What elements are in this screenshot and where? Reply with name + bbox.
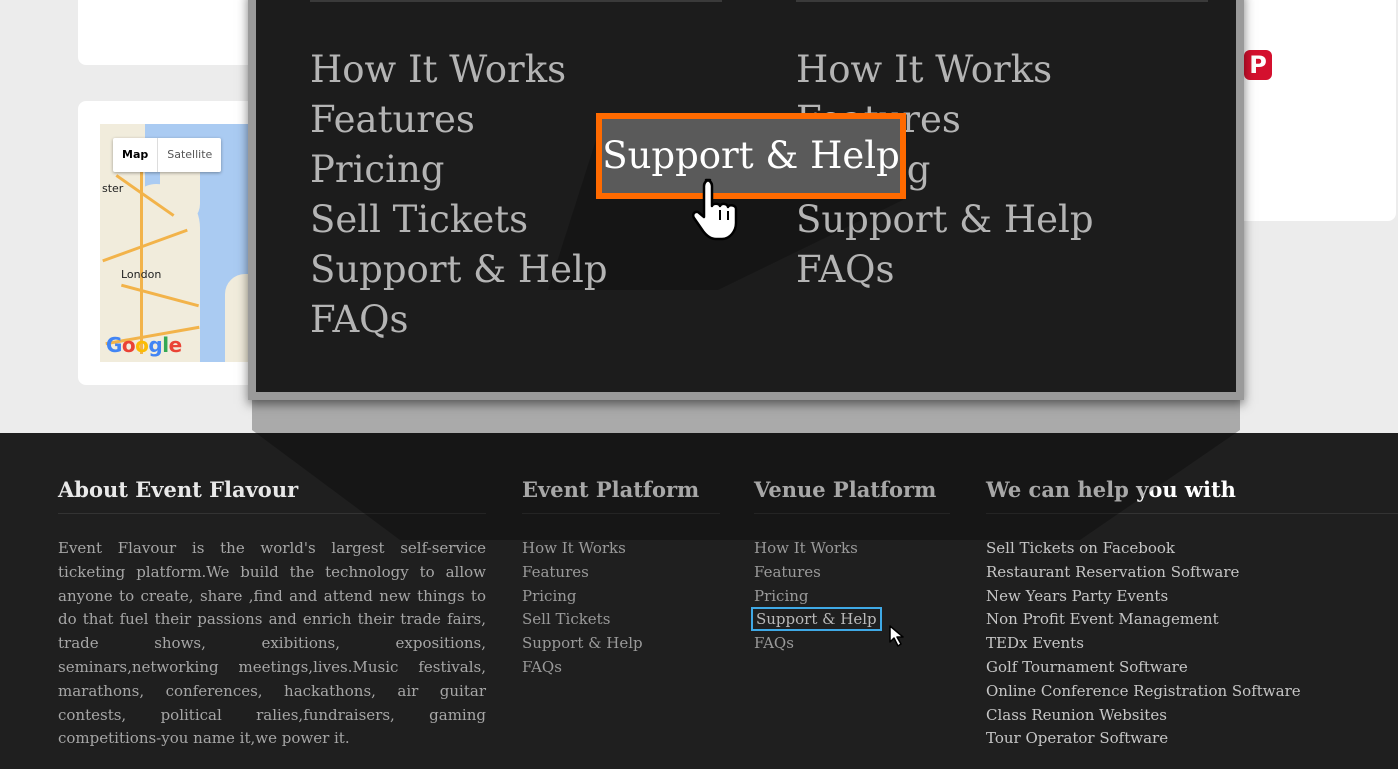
footer-venue-link[interactable]: Features	[754, 561, 950, 585]
map-road	[140, 164, 143, 354]
footer-event-link[interactable]: Pricing	[522, 585, 720, 609]
footer-venue-link[interactable]: Pricing	[754, 585, 950, 609]
footer-help-link[interactable]: New Years Party Events	[986, 585, 1398, 609]
arrow-pointer-icon	[889, 625, 904, 647]
footer-venue-link[interactable]: How It Works	[754, 537, 950, 561]
arrow-pointer-shape	[889, 625, 904, 647]
zoom-event-link[interactable]: How It Works	[310, 45, 608, 95]
map-label-ster: ster	[102, 182, 124, 195]
footer-help: We can help you with Sell Tickets on Fac…	[986, 477, 1398, 751]
footer-event-link[interactable]: Support & Help	[522, 632, 720, 656]
zoom-event-links: How It Works Features Pricing Sell Ticke…	[310, 45, 608, 345]
hand-pointer-shape	[692, 178, 738, 241]
hand-pointer-icon	[692, 178, 738, 241]
map-tab[interactable]: Map	[113, 138, 159, 172]
footer-venue-platform: Venue Platform How It Works Features Pri…	[751, 477, 950, 656]
zoom-venue-link[interactable]: Support & Help	[796, 195, 1094, 245]
map-label-london: London	[121, 268, 162, 281]
footer-help-link[interactable]: Sell Tickets on Facebook	[986, 537, 1398, 561]
pinterest-icon[interactable]: P	[1244, 50, 1272, 80]
zoom-event-link[interactable]: Support & Help	[310, 245, 608, 295]
footer-help-link[interactable]: Golf Tournament Software	[986, 656, 1398, 680]
footer-event-link[interactable]: How It Works	[522, 537, 720, 561]
google-logo: Google	[106, 333, 182, 357]
footer-help-link[interactable]: Tour Operator Software	[986, 727, 1398, 751]
footer-about: About Event Flavour Event Flavour is the…	[58, 477, 486, 751]
footer-about-title: About Event Flavour	[58, 477, 486, 514]
zoom-event-link[interactable]: Pricing	[310, 145, 608, 195]
footer-event-platform: Event Platform How It Works Features Pri…	[522, 477, 720, 680]
footer-help-link[interactable]: Class Reunion Websites	[986, 704, 1398, 728]
footer-event-link[interactable]: Sell Tickets	[522, 608, 720, 632]
footer-event-platform-title: Event Platform	[522, 477, 720, 514]
footer-help-link[interactable]: TEDx Events	[986, 632, 1398, 656]
zoom-venue-link[interactable]: FAQs	[796, 245, 1094, 295]
footer-help-title: We can help you with	[986, 477, 1398, 514]
footer-venue-link-support[interactable]: Support & Help	[751, 607, 950, 632]
highlight-outline[interactable]: Support & Help	[751, 607, 882, 632]
satellite-tab[interactable]: Satellite	[158, 138, 221, 172]
footer: About Event Flavour Event Flavour is the…	[0, 433, 1398, 769]
footer-event-link[interactable]: FAQs	[522, 656, 720, 680]
footer-venue-platform-title: Venue Platform	[754, 477, 950, 514]
zoom-venue-link[interactable]: How It Works	[796, 45, 1094, 95]
footer-venue-link[interactable]: FAQs	[754, 632, 950, 656]
footer-about-text: Event Flavour is the world's largest sel…	[58, 539, 486, 748]
footer-event-link[interactable]: Features	[522, 561, 720, 585]
zoom-event-link[interactable]: FAQs	[310, 295, 608, 345]
footer-help-link[interactable]: Online Conference Registration Software	[986, 680, 1398, 704]
footer-help-link[interactable]: Non Profit Event Management	[986, 608, 1398, 632]
map-type-switch[interactable]: Map Satellite	[113, 138, 222, 172]
zoom-event-link[interactable]: Sell Tickets	[310, 195, 608, 245]
zoom-event-link[interactable]: Features	[310, 95, 608, 145]
footer-help-link[interactable]: Restaurant Reservation Software	[986, 561, 1398, 585]
